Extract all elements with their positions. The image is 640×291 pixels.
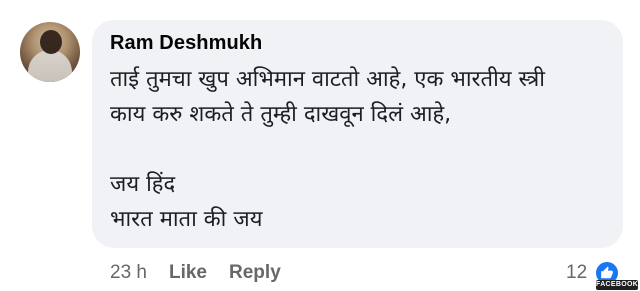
comment-timestamp[interactable]: 23 h (110, 262, 147, 284)
avatar-tint (20, 22, 80, 82)
facebook-watermark: FACEBOOK (596, 280, 639, 290)
comment-actions: 23 h Like Reply (110, 262, 281, 284)
comment-container: Ram Deshmukh ताई तुमचा खुप अभिमान वाटतो … (0, 0, 640, 291)
comment-author[interactable]: Ram Deshmukh (110, 32, 262, 55)
avatar[interactable] (20, 22, 80, 82)
reaction-count[interactable]: 12 (566, 262, 587, 284)
thumbs-up-glyph (601, 266, 613, 279)
comment-text: ताई तुमचा खुप अभिमान वाटतो आहे, एक भारती… (110, 67, 545, 232)
reply-button[interactable]: Reply (229, 262, 281, 284)
like-button[interactable]: Like (169, 262, 207, 284)
